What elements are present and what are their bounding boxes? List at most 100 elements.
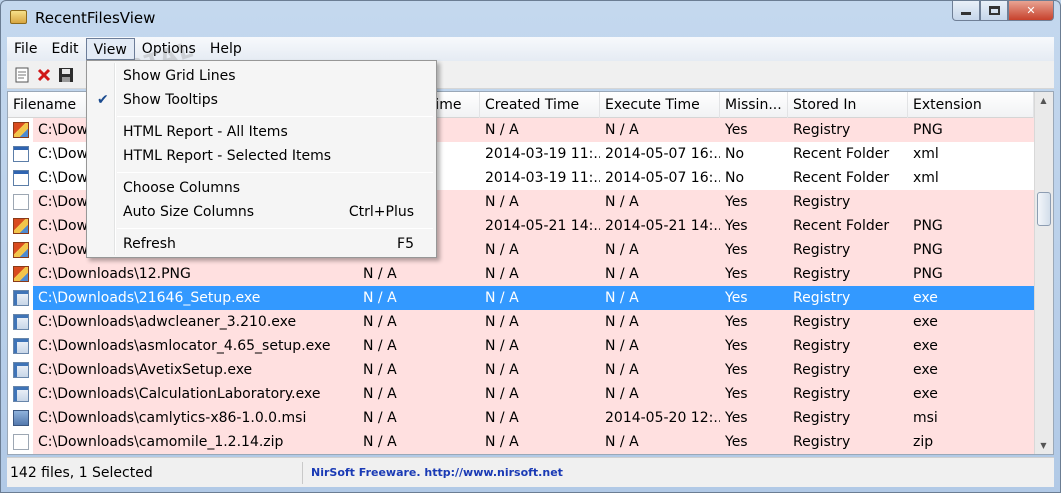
table-cell: N / A — [480, 334, 600, 358]
app-folder-icon — [10, 10, 27, 24]
table-cell: N / A — [480, 310, 600, 334]
table-cell: 2014-05-21 14:... — [600, 214, 720, 238]
minimize-button[interactable] — [952, 1, 980, 21]
view-menu-dropdown: Show Grid Lines ✔ Show Tooltips HTML Rep… — [86, 60, 437, 258]
img-file-icon — [13, 218, 29, 234]
title-bar[interactable]: RecentFilesView ✕ — [1, 1, 1060, 35]
table-cell: Registry — [788, 358, 908, 382]
menu-view[interactable]: View — [85, 38, 135, 60]
menu-item-show-tooltips[interactable]: ✔ Show Tooltips — [89, 89, 434, 111]
table-cell: Recent Folder — [788, 142, 908, 166]
table-cell: N / A — [358, 262, 480, 286]
column-header-stored-in[interactable]: Stored In — [788, 92, 908, 118]
table-row[interactable]: C:\Downloads\camlytics-x86-1.0.0.msi N / … — [8, 406, 1034, 430]
app-window: RecentFilesView ✕ File Edit View Options… — [0, 0, 1061, 493]
minimize-icon — [961, 12, 971, 15]
table-cell: Yes — [720, 406, 788, 430]
scroll-thumb[interactable] — [1037, 192, 1051, 226]
table-cell: 2014-03-19 11:... — [480, 142, 600, 166]
img-file-icon — [13, 122, 29, 138]
table-cell: N / A — [358, 310, 480, 334]
table-cell: Yes — [720, 310, 788, 334]
table-cell: N / A — [600, 358, 720, 382]
table-cell: PNG — [908, 214, 1034, 238]
table-row[interactable]: C:\Downloads\camomile_1.2.14.zip N / AN /… — [8, 430, 1034, 454]
menu-help[interactable]: Help — [203, 38, 249, 60]
table-row[interactable]: C:\Downloads\AvetixSetup.exe N / AN / AN … — [8, 358, 1034, 382]
table-cell: N / A — [480, 190, 600, 214]
table-cell: PNG — [908, 118, 1034, 142]
scroll-down-icon[interactable]: ▼ — [1035, 437, 1052, 454]
properties-icon[interactable] — [11, 65, 33, 85]
table-row[interactable]: C:\Downloads\12.PNG N / AN / AN / A Yes Reg… — [8, 262, 1034, 286]
menu-item-label: Show Grid Lines — [123, 68, 236, 84]
table-row[interactable]: C:\Downloads\asmlocator_4.65_setup.exe N … — [8, 334, 1034, 358]
table-cell: exe — [908, 286, 1034, 310]
close-button[interactable]: ✕ — [1008, 1, 1054, 21]
maximize-button[interactable] — [980, 1, 1008, 21]
table-cell: Registry — [788, 334, 908, 358]
table-cell: Yes — [720, 262, 788, 286]
table-cell: Yes — [720, 382, 788, 406]
table-cell: C:\Downloads\camlytics-x86-1.0.0.msi — [33, 406, 358, 430]
menu-item-label: Choose Columns — [123, 180, 241, 196]
delete-icon[interactable] — [33, 65, 55, 85]
table-row-selected[interactable]: C:\Downloads\21646_Setup.exe N / AN / AN … — [8, 286, 1034, 310]
table-cell: C:\Downloads\12.PNG — [33, 262, 358, 286]
menu-item-html-report-selected[interactable]: HTML Report - Selected Items — [89, 145, 434, 167]
column-header-missing[interactable]: Missin... — [720, 92, 788, 118]
table-cell: Yes — [720, 358, 788, 382]
table-cell: N / A — [600, 382, 720, 406]
table-cell: exe — [908, 382, 1034, 406]
window-title: RecentFilesView — [35, 9, 156, 27]
file-icon-cell — [8, 406, 33, 430]
table-cell: Registry — [788, 430, 908, 454]
table-cell: N / A — [358, 382, 480, 406]
checkmark-icon: ✔ — [97, 92, 109, 108]
exe-file-icon — [13, 290, 29, 306]
xml-file-icon — [13, 146, 29, 162]
menu-item-html-report-all[interactable]: HTML Report - All Items — [89, 121, 434, 143]
table-cell: N / A — [480, 358, 600, 382]
table-cell: exe — [908, 310, 1034, 334]
nirsoft-link[interactable]: NirSoft Freeware. http://www.nirsoft.net — [303, 466, 563, 479]
file-icon-cell — [8, 358, 33, 382]
menu-item-refresh[interactable]: Refresh F5 — [89, 233, 434, 255]
menu-item-shortcut: F5 — [397, 236, 414, 252]
scroll-up-icon[interactable]: ▲ — [1035, 92, 1052, 109]
menu-item-shortcut: Ctrl+Plus — [348, 204, 414, 220]
column-header-created-time[interactable]: Created Time — [480, 92, 600, 118]
menu-separator — [117, 172, 433, 173]
table-cell: Registry — [788, 310, 908, 334]
table-cell: Yes — [720, 238, 788, 262]
table-cell: Recent Folder — [788, 214, 908, 238]
table-cell: C:\Downloads\asmlocator_4.65_setup.exe — [33, 334, 358, 358]
table-cell: N / A — [480, 238, 600, 262]
file-icon-cell — [8, 166, 33, 190]
table-cell: N / A — [600, 190, 720, 214]
table-cell: 2014-05-21 14:... — [480, 214, 600, 238]
menu-item-show-grid-lines[interactable]: Show Grid Lines — [89, 65, 434, 87]
table-row[interactable]: C:\Downloads\adwcleaner_3.210.exe N / AN … — [8, 310, 1034, 334]
menu-edit[interactable]: Edit — [44, 38, 85, 60]
column-header-extension[interactable]: Extension — [908, 92, 1034, 118]
maximize-icon — [988, 6, 1000, 15]
file-icon-cell — [8, 430, 33, 454]
save-icon[interactable] — [55, 65, 77, 85]
status-bar: 142 files, 1 Selected NirSoft Freeware. … — [7, 457, 1054, 487]
menu-item-auto-size-columns[interactable]: Auto Size Columns Ctrl+Plus — [89, 201, 434, 223]
table-cell: Yes — [720, 430, 788, 454]
img-file-icon — [13, 266, 29, 282]
table-row[interactable]: C:\Downloads\CalculationLaboratory.exe N … — [8, 382, 1034, 406]
menu-item-choose-columns[interactable]: Choose Columns — [89, 177, 434, 199]
table-cell: xml — [908, 166, 1034, 190]
column-header-execute-time[interactable]: Execute Time — [600, 92, 720, 118]
table-cell: No — [720, 142, 788, 166]
table-cell: Registry — [788, 382, 908, 406]
menu-file[interactable]: File — [7, 38, 44, 60]
menu-item-label: Auto Size Columns — [123, 204, 255, 220]
menu-options[interactable]: Options — [135, 38, 203, 60]
menu-item-label: Refresh — [123, 236, 176, 252]
vertical-scrollbar[interactable]: ▲ ▼ — [1034, 92, 1053, 454]
table-cell: xml — [908, 142, 1034, 166]
